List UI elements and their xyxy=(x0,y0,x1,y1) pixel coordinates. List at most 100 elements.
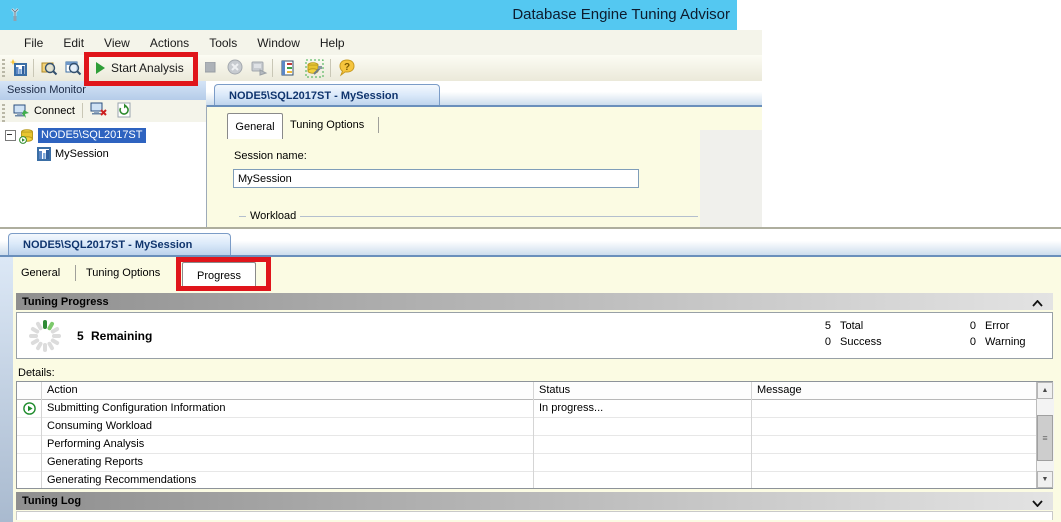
expand-chevron-icon[interactable] xyxy=(1032,498,1043,510)
tab-tuning-options-top[interactable]: Tuning Options xyxy=(290,119,364,131)
session-monitor-title: Session Monitor xyxy=(7,84,86,96)
details-table: Action Status Message Submitting Configu… xyxy=(16,381,1053,489)
session-node-label: MySession xyxy=(55,148,109,160)
document-tab-label: NODE5\SQL2017ST - MySession xyxy=(229,90,398,102)
tuning-log-body xyxy=(16,511,1053,520)
document-tab-bottom-label: NODE5\SQL2017ST - MySession xyxy=(23,239,192,251)
workload-groupbox xyxy=(239,216,698,217)
collapse-chevron-icon[interactable] xyxy=(1032,298,1043,310)
tree-item-session[interactable]: MySession xyxy=(36,145,109,162)
vertical-scrollbar[interactable]: ▲ ≡ ▼ xyxy=(1036,382,1054,488)
progress-summary: 5 Remaining 5 Total 0 Success 0 Error 0 … xyxy=(16,312,1053,359)
connect-label: Connect xyxy=(34,105,75,117)
counter-warning: 0 Warning xyxy=(966,336,1026,348)
column-divider xyxy=(41,382,42,488)
tree-item-server[interactable]: NODE5\SQL2017ST xyxy=(5,127,146,144)
svg-text:?: ? xyxy=(344,62,350,73)
counter-total: 5 Total xyxy=(821,320,863,332)
table-row[interactable]: Submitting Configuration Information In … xyxy=(17,400,1052,418)
menu-item-edit[interactable]: Edit xyxy=(53,36,94,50)
start-analysis-highlight xyxy=(84,52,198,86)
column-header-action[interactable]: Action xyxy=(47,384,78,396)
document-tab-bottom[interactable]: NODE5\SQL2017ST - MySession xyxy=(8,233,231,255)
tuning-log-header[interactable]: Tuning Log xyxy=(16,492,1053,510)
remaining-label: Remaining xyxy=(91,329,152,343)
column-divider xyxy=(533,382,534,488)
toolbar-grip xyxy=(2,59,5,77)
progress-tab-highlight xyxy=(176,257,271,291)
toolbar-separator xyxy=(272,59,273,77)
details-label: Details: xyxy=(18,367,55,379)
app-icon xyxy=(8,6,26,27)
scroll-up-icon[interactable]: ▲ xyxy=(1037,382,1053,399)
export-results-icon[interactable] xyxy=(250,59,268,77)
action-cell: Consuming Workload xyxy=(47,420,152,432)
session-name-label: Session name: xyxy=(234,150,307,162)
scrollbar-thumb[interactable]: ≡ xyxy=(1037,415,1053,461)
tuning-options-icon[interactable] xyxy=(305,59,323,77)
tab-tuning-options-bottom[interactable]: Tuning Options xyxy=(86,267,160,279)
status-cell: In progress... xyxy=(539,402,603,414)
session-icon xyxy=(36,146,52,162)
tab-separator xyxy=(75,265,76,281)
menu-item-help[interactable]: Help xyxy=(310,36,355,50)
menu-item-window[interactable]: Window xyxy=(247,36,310,50)
toolbar-grip xyxy=(2,104,5,122)
connect-icon xyxy=(13,104,30,119)
view-session-icon[interactable] xyxy=(64,59,82,77)
menu-item-tools[interactable]: Tools xyxy=(199,36,247,50)
table-row[interactable]: Generating Recommendations xyxy=(17,472,1052,490)
cancel-icon[interactable] xyxy=(227,59,245,77)
database-engine-tuning-advisor: Database Engine Tuning Advisor File Edit… xyxy=(0,0,1061,522)
scroll-down-icon[interactable]: ▼ xyxy=(1037,471,1053,488)
toolbar-separator xyxy=(330,59,331,77)
session-tree: NODE5\SQL2017ST MySession xyxy=(0,122,207,228)
column-header-message[interactable]: Message xyxy=(757,384,802,396)
column-header-status[interactable]: Status xyxy=(539,384,570,396)
progress-spinner-icon xyxy=(27,318,63,357)
toolbar-separator xyxy=(33,59,34,77)
action-cell: Submitting Configuration Information xyxy=(47,402,226,414)
table-row[interactable]: Generating Reports xyxy=(17,454,1052,472)
collapse-icon[interactable] xyxy=(5,130,16,141)
open-session-icon[interactable] xyxy=(40,59,58,77)
tuning-progress-header[interactable]: Tuning Progress xyxy=(16,293,1053,310)
connect-button[interactable]: Connect xyxy=(10,102,78,120)
remaining-count: 5 xyxy=(77,329,84,343)
disconnect-icon[interactable] xyxy=(90,102,107,120)
workload-label: Workload xyxy=(246,210,300,222)
table-header-row: Action Status Message xyxy=(17,382,1052,400)
tuning-log-title: Tuning Log xyxy=(22,495,81,507)
action-cell: Generating Recommendations xyxy=(47,474,196,486)
counter-success: 0 Success xyxy=(821,336,882,348)
stop-analysis-icon[interactable] xyxy=(205,62,223,80)
in-progress-icon xyxy=(23,402,36,418)
counter-error: 0 Error xyxy=(966,320,1009,332)
refresh-icon[interactable] xyxy=(116,102,132,121)
column-divider xyxy=(751,382,752,488)
toolbar-separator xyxy=(82,103,83,118)
page-right-margin xyxy=(700,130,762,228)
tab-separator xyxy=(378,117,379,133)
server-node-label[interactable]: NODE5\SQL2017ST xyxy=(38,128,146,143)
table-row[interactable]: Performing Analysis xyxy=(17,436,1052,454)
window-title: Database Engine Tuning Advisor xyxy=(512,6,730,23)
menu-item-file[interactable]: File xyxy=(14,36,53,50)
session-name-input[interactable] xyxy=(233,169,639,188)
action-cell: Generating Reports xyxy=(47,456,143,468)
document-tab[interactable]: NODE5\SQL2017ST - MySession xyxy=(214,84,440,106)
tab-general-label: General xyxy=(235,121,274,133)
tuning-progress-title: Tuning Progress xyxy=(22,296,109,308)
tab-general-top[interactable]: General xyxy=(227,113,283,139)
new-session-icon[interactable] xyxy=(10,59,28,77)
main-toolbar: Start Analysis ? xyxy=(0,55,762,82)
menu-item-view[interactable]: View xyxy=(94,36,140,50)
menu-item-actions[interactable]: Actions xyxy=(140,36,199,50)
tab-general-bottom[interactable]: General xyxy=(21,267,60,279)
session-monitor-toolbar: Connect xyxy=(0,100,206,123)
table-row[interactable]: Consuming Workload xyxy=(17,418,1052,436)
server-icon xyxy=(19,128,35,144)
reports-icon[interactable] xyxy=(279,59,297,77)
help-icon[interactable]: ? xyxy=(338,59,356,77)
action-cell: Performing Analysis xyxy=(47,438,144,450)
